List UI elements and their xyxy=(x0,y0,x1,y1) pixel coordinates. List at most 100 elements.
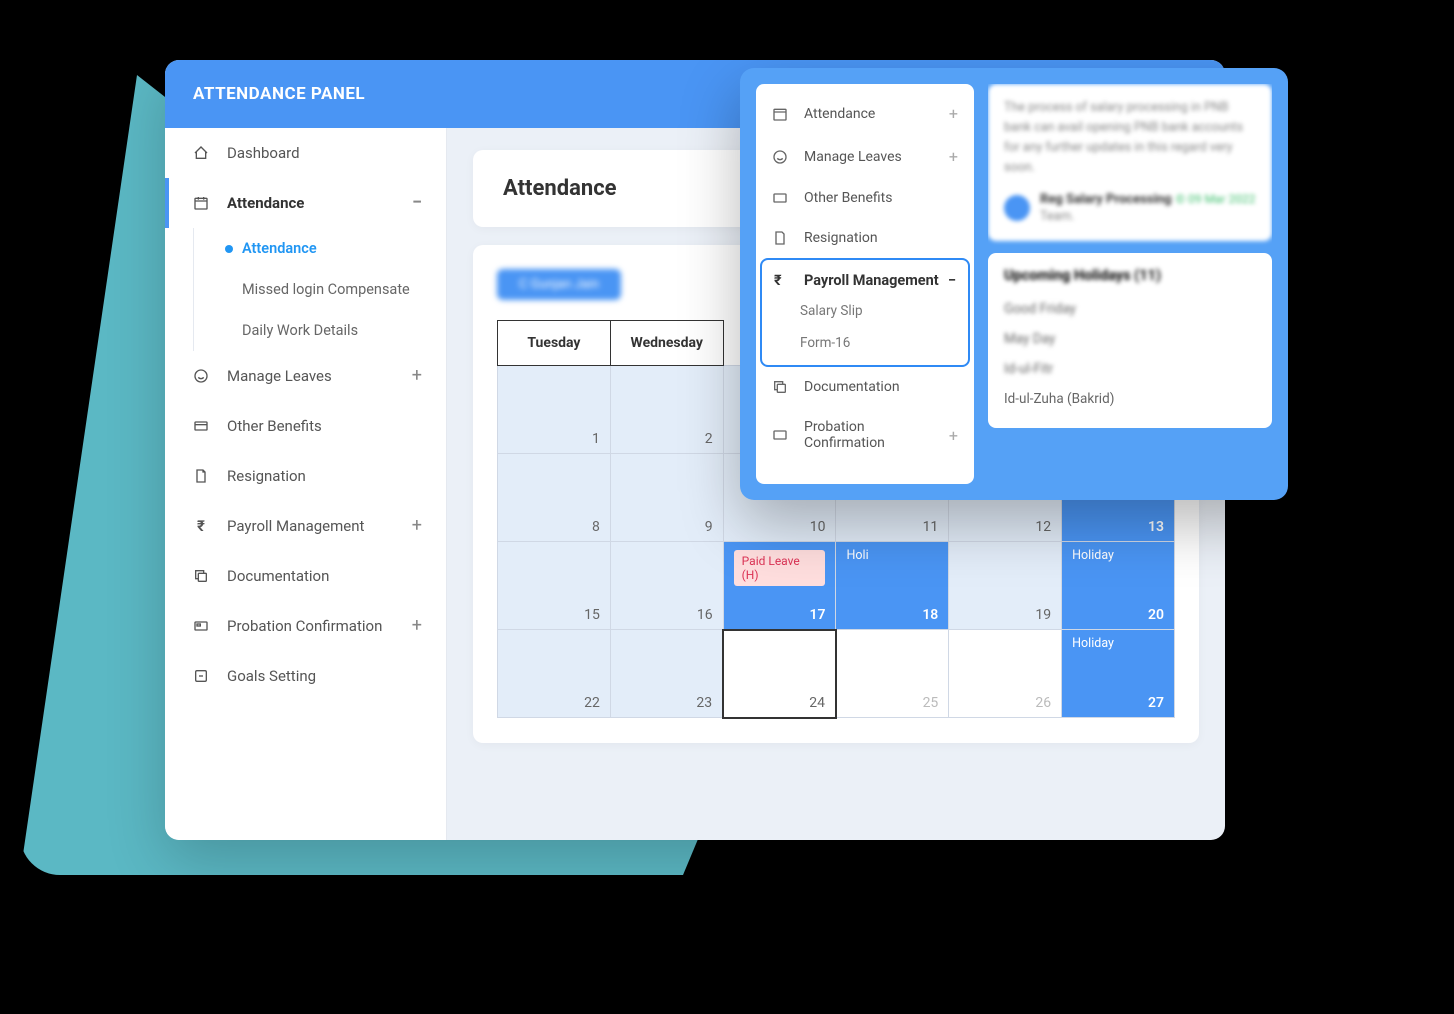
nav-label: Dashboard xyxy=(227,144,300,162)
popup-nav-benefits[interactable]: Other Benefits xyxy=(756,178,974,218)
holiday-tag: Holiday xyxy=(1072,636,1114,651)
subnav-missed-login[interactable]: Missed login Compensate xyxy=(230,269,446,310)
popup-nav-payroll[interactable]: ₹ Payroll Management − xyxy=(762,266,968,295)
popup-nav-label: Documentation xyxy=(804,379,900,395)
calendar-cell[interactable]: 22 xyxy=(498,630,611,718)
popup-nav-label: Manage Leaves xyxy=(804,149,902,165)
plus-icon: + xyxy=(412,367,422,385)
nav-probation[interactable]: Probation Confirmation + xyxy=(165,601,446,651)
popup-nav: Attendance + Manage Leaves + Other Benef… xyxy=(756,84,974,484)
popup-nav-label: Other Benefits xyxy=(804,190,892,206)
notice-text: The process of salary processing in PNB … xyxy=(1004,98,1256,178)
popup-nav-resignation[interactable]: Resignation xyxy=(756,218,974,258)
popup-nav-documentation[interactable]: Documentation xyxy=(756,367,974,407)
popup-overlay: Attendance + Manage Leaves + Other Benef… xyxy=(740,68,1288,500)
badge-icon xyxy=(772,427,792,443)
day-number: 11 xyxy=(923,519,939,535)
nav-resignation[interactable]: Resignation xyxy=(165,451,446,501)
day-number: 24 xyxy=(809,695,825,711)
target-icon xyxy=(189,668,213,684)
avatar xyxy=(1004,195,1030,221)
calendar-cell[interactable]: 2 xyxy=(610,366,723,454)
day-number: 26 xyxy=(1035,695,1051,711)
holiday-item: Id-ul-Fitr xyxy=(1004,354,1256,384)
user-chip[interactable]: C Gunjan Jain xyxy=(497,269,621,300)
plus-icon: + xyxy=(412,517,422,535)
day-number: 12 xyxy=(1035,519,1051,535)
app-title: ATTENDANCE PANEL xyxy=(193,84,365,104)
nav-label: Probation Confirmation xyxy=(227,617,382,635)
card-icon xyxy=(189,418,213,434)
calendar-icon xyxy=(772,106,792,122)
day-number: 1 xyxy=(592,431,600,447)
popup-nav-attendance[interactable]: Attendance + xyxy=(756,92,974,135)
home-icon xyxy=(189,145,213,161)
sidebar: Dashboard Attendance − Attendance Missed… xyxy=(165,128,447,840)
calendar-cell[interactable]: 9 xyxy=(610,454,723,542)
calendar-cell[interactable]: 23 xyxy=(610,630,723,718)
plus-icon: + xyxy=(412,617,422,635)
calendar-cell[interactable]: 24 xyxy=(723,630,836,718)
smile-icon xyxy=(189,368,213,384)
attendance-subitems: Attendance Missed login Compensate Daily… xyxy=(193,228,446,351)
popup-nav-probation[interactable]: Probation Confirmation + xyxy=(756,407,974,463)
calendar-cell[interactable]: 19 xyxy=(949,542,1062,630)
popup-nav-label: Attendance xyxy=(804,106,875,122)
nav-goals[interactable]: Goals Setting xyxy=(165,651,446,701)
calendar-cell[interactable]: 1 xyxy=(498,366,611,454)
day-number: 25 xyxy=(923,695,939,711)
day-number: 18 xyxy=(922,607,938,623)
day-number: 13 xyxy=(1148,519,1164,535)
day-number: 16 xyxy=(697,607,713,623)
nav-label: Other Benefits xyxy=(227,417,322,435)
day-number: 9 xyxy=(705,519,713,535)
holidays-card: Upcoming Holidays (11) Good Friday May D… xyxy=(988,253,1272,428)
calendar-cell[interactable]: 15 xyxy=(498,542,611,630)
calendar-cell[interactable]: Holi18 xyxy=(836,542,949,630)
plus-icon: + xyxy=(949,426,958,445)
popup-nav-leaves[interactable]: Manage Leaves + xyxy=(756,135,974,178)
calendar-cell[interactable]: 16 xyxy=(610,542,723,630)
calendar-cell[interactable]: 8 xyxy=(498,454,611,542)
notice-date: © 09 Mar 2022 xyxy=(1176,192,1256,206)
notice-card: The process of salary processing in PNB … xyxy=(988,84,1272,241)
popup-sub-salary-slip[interactable]: Salary Slip xyxy=(762,295,968,327)
copy-icon xyxy=(772,379,792,395)
nav-payroll[interactable]: ₹ Payroll Management + xyxy=(165,501,446,551)
subnav-daily-work[interactable]: Daily Work Details xyxy=(230,310,446,351)
holiday-item: Good Friday xyxy=(1004,294,1256,324)
holidays-title: Upcoming Holidays (11) xyxy=(1004,267,1256,284)
nav-documentation[interactable]: Documentation xyxy=(165,551,446,601)
holiday-item: May Day xyxy=(1004,324,1256,354)
day-number: 19 xyxy=(1035,607,1051,623)
nav-label: Manage Leaves xyxy=(227,367,332,385)
rupee-icon: ₹ xyxy=(774,272,794,289)
subnav-attendance[interactable]: Attendance xyxy=(230,228,446,269)
nav-manage-leaves[interactable]: Manage Leaves + xyxy=(165,351,446,401)
popup-sub-form16[interactable]: Form-16 xyxy=(762,327,968,359)
calendar-cell[interactable]: Paid Leave (H)17 xyxy=(723,542,836,630)
nav-attendance[interactable]: Attendance − xyxy=(165,178,446,228)
calendar-cell[interactable]: Holiday20 xyxy=(1062,542,1175,630)
calendar-cell[interactable]: 25 xyxy=(836,630,949,718)
plus-icon: + xyxy=(949,147,958,166)
nav-dashboard[interactable]: Dashboard xyxy=(165,128,446,178)
nav-label: Resignation xyxy=(227,467,306,485)
copy-icon xyxy=(189,568,213,584)
calendar-cell[interactable]: Holiday27 xyxy=(1062,630,1175,718)
popup-nav-label: Payroll Management xyxy=(804,272,939,289)
nav-other-benefits[interactable]: Other Benefits xyxy=(165,401,446,451)
notice-title: Reg Salary Processing xyxy=(1040,192,1172,207)
popup-nav-label: Probation Confirmation xyxy=(804,419,949,451)
day-number: 10 xyxy=(810,519,826,535)
calendar-cell[interactable]: 26 xyxy=(949,630,1062,718)
notice-team: Team. xyxy=(1040,207,1255,227)
document-icon xyxy=(189,468,213,484)
day-number: 22 xyxy=(584,695,600,711)
day-number: 20 xyxy=(1148,607,1164,623)
holiday-item: Id-ul-Zuha (Bakrid) xyxy=(1004,384,1256,414)
popup-right: The process of salary processing in PNB … xyxy=(988,84,1272,484)
popup-nav-payroll-active: ₹ Payroll Management − Salary Slip Form-… xyxy=(760,258,970,367)
day-number: 2 xyxy=(705,431,713,447)
day-number: 15 xyxy=(584,607,600,623)
